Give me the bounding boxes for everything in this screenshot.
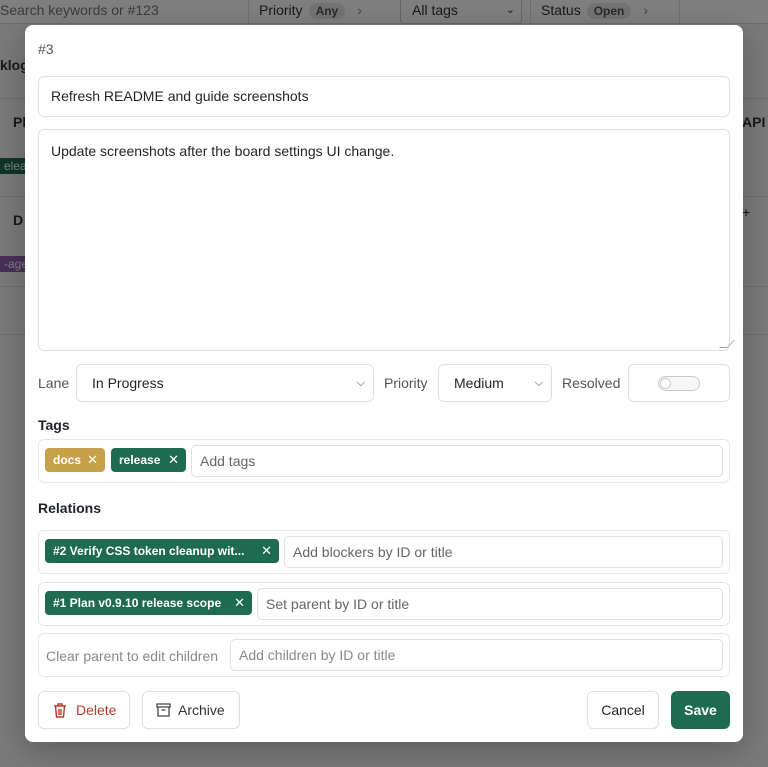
blockers-field: #2 Verify CSS token cleanup wit... ✕ Add … <box>38 530 730 574</box>
chevron-down-icon: ⌵ <box>356 377 365 389</box>
description-textarea[interactable]: Update screenshots after the board setti… <box>38 129 735 351</box>
delete-button[interactable]: Delete <box>38 691 130 729</box>
tag-chip-docs: docs ✕ <box>45 448 105 472</box>
blockers-input[interactable]: Add blockers by ID or title <box>284 536 723 568</box>
resolved-toggle[interactable] <box>658 376 700 391</box>
close-icon[interactable]: ✕ <box>234 591 245 615</box>
resolved-label: Resolved <box>562 375 621 391</box>
cancel-button[interactable]: Cancel <box>587 691 659 729</box>
title-input[interactable]: Refresh README and guide screenshots <box>38 76 730 117</box>
close-icon[interactable]: ✕ <box>87 448 98 472</box>
relations-heading: Relations <box>38 500 102 516</box>
priority-select[interactable]: Medium ⌵ <box>438 364 552 402</box>
parent-chip: #1 Plan v0.9.10 release scope ✕ <box>45 591 252 615</box>
toggle-knob <box>660 378 671 389</box>
archive-button[interactable]: Archive <box>142 691 240 729</box>
parent-field: #1 Plan v0.9.10 release scope ✕ Set paren… <box>38 582 730 626</box>
priority-label: Priority <box>384 375 428 391</box>
archive-icon <box>156 703 171 717</box>
priority-value: Medium <box>454 375 504 391</box>
children-note: Clear parent to edit children <box>46 648 218 664</box>
parent-input[interactable]: Set parent by ID or title <box>257 588 723 620</box>
parent-chip-label: #1 Plan v0.9.10 release scope <box>53 596 222 610</box>
tags-heading: Tags <box>38 417 70 433</box>
delete-label: Delete <box>76 702 117 718</box>
edit-card-modal: #3 Refresh README and guide screenshots … <box>25 25 743 742</box>
chevron-down-icon: ⌵ <box>534 377 543 389</box>
lane-label: Lane <box>38 375 70 391</box>
close-icon[interactable]: ✕ <box>168 448 179 472</box>
children-field: Clear parent to edit children Add childr… <box>38 633 730 677</box>
lane-value: In Progress <box>92 375 164 391</box>
blocker-chip-label: #2 Verify CSS token cleanup wit... <box>53 544 245 558</box>
close-icon[interactable]: ✕ <box>261 539 272 563</box>
archive-label: Archive <box>178 702 225 718</box>
description-text: Update screenshots after the board setti… <box>51 143 395 159</box>
resolved-field <box>628 364 730 402</box>
save-button[interactable]: Save <box>671 691 730 729</box>
children-input[interactable]: Add children by ID or title <box>230 639 723 671</box>
tag-chip-label: docs <box>53 453 82 467</box>
trash-icon <box>54 703 66 718</box>
tag-chip-label: release <box>119 453 161 467</box>
blocker-chip: #2 Verify CSS token cleanup wit... ✕ <box>45 539 279 563</box>
tags-field: docs ✕ release ✕ Add tags <box>38 439 730 483</box>
card-id: #3 <box>38 41 54 57</box>
tag-chip-release: release ✕ <box>111 448 186 472</box>
tags-input[interactable]: Add tags <box>191 445 723 477</box>
lane-select[interactable]: In Progress ⌵ <box>76 364 374 402</box>
resize-handle-icon[interactable] <box>719 340 735 348</box>
